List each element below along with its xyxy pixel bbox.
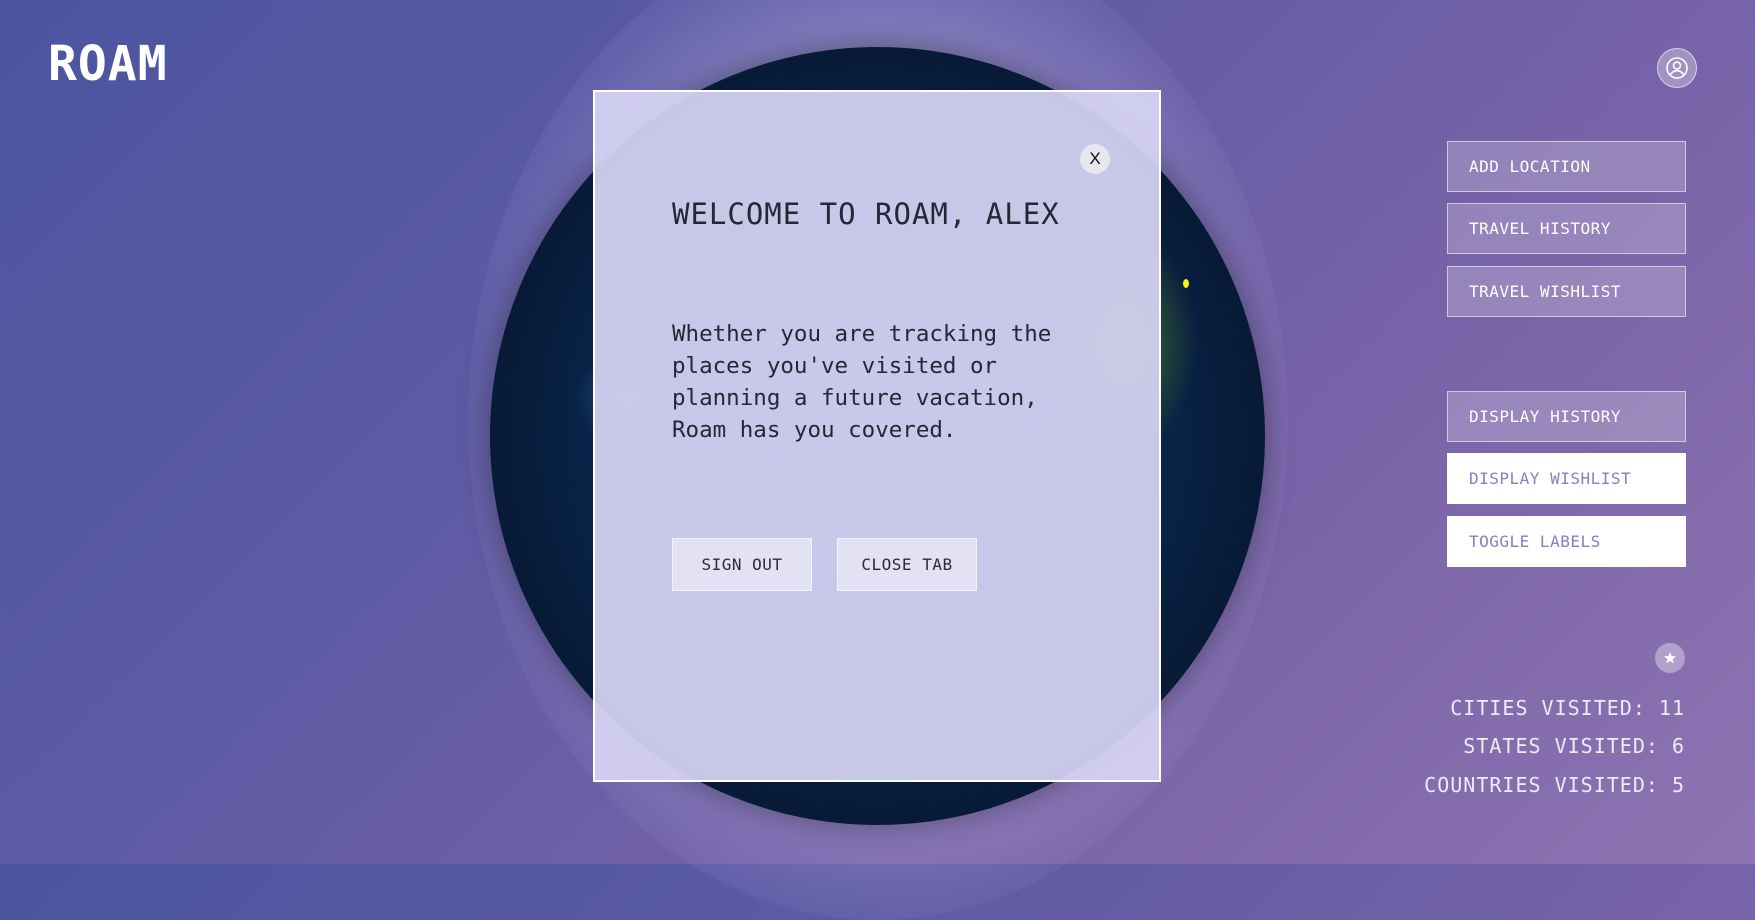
countries-visited-count: COUNTRIES VISITED: 5 [1424,773,1685,797]
travel-wishlist-button[interactable]: TRAVEL WISHLIST [1447,266,1686,317]
welcome-modal: X WELCOME TO ROAM, ALEX Whether you are … [593,90,1161,782]
cities-visited-count: CITIES VISITED: 11 [1450,696,1685,720]
states-visited-count: STATES VISITED: 6 [1463,734,1685,758]
location-marker[interactable] [1183,279,1189,288]
modal-body-text: Whether you are tracking the places you'… [672,321,1052,443]
app-logo: ROAM [48,36,168,92]
close-tab-button[interactable]: CLOSE TAB [837,538,977,591]
star-icon [1664,652,1676,664]
display-wishlist-button[interactable]: DISPLAY WISHLIST [1447,453,1686,504]
toggle-labels-button[interactable]: TOGGLE LABELS [1447,516,1686,567]
display-history-button[interactable]: DISPLAY HISTORY [1447,391,1686,442]
modal-title: WELCOME TO ROAM, ALEX [672,197,1060,231]
favorites-button[interactable] [1655,643,1685,673]
profile-button[interactable] [1657,48,1697,88]
user-circle-icon [1666,57,1688,79]
close-modal-button[interactable]: X [1080,144,1110,174]
travel-history-button[interactable]: TRAVEL HISTORY [1447,203,1686,254]
add-location-button[interactable]: ADD LOCATION [1447,141,1686,192]
sign-out-button[interactable]: SIGN OUT [672,538,812,591]
